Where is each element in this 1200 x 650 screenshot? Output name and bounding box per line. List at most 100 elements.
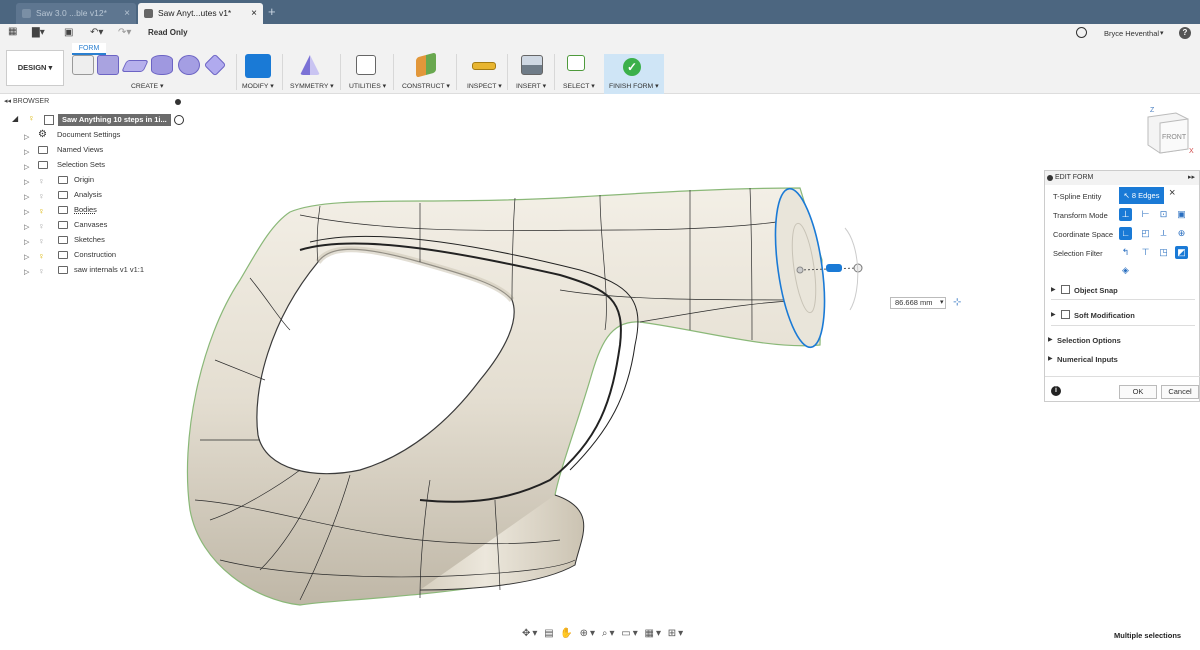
folder-icon [58,176,68,184]
lightbulb-icon[interactable]: ♀ [38,174,45,188]
panel-title: EDIT FORM [1055,174,1094,181]
transform-mode-label: Transform Mode [1053,211,1108,220]
lightbulb-icon[interactable]: ♀ [38,189,45,203]
axis-z-label: Z [1150,107,1155,114]
soft-modification-label: Soft Modification [1074,311,1135,320]
lightbulb-icon[interactable]: ♀ [38,219,45,233]
info-icon[interactable]: i [1051,386,1061,396]
browser-header[interactable]: ◂◂ BROWSER [4,97,49,105]
item-label: Canvases [74,220,108,229]
browser-root[interactable]: ◢ ♀ Saw Anything 10 steps in 1i... [12,113,184,126]
zoom-window-icon[interactable]: ⊕▾ [580,628,597,639]
item-label: Sketches [74,235,105,244]
lightbulb-icon[interactable]: ♀ [38,264,45,278]
local-space-icon[interactable]: ⟂ [1157,227,1170,240]
status-text: Multiple selections [1114,631,1182,640]
expand-icon[interactable]: ▷ [24,236,29,250]
collapse-icon[interactable]: ◢ [12,114,18,123]
browser-pin-icon[interactable] [175,99,181,105]
expand-icon[interactable]: ▷ [24,161,29,175]
viewcube[interactable]: Z X FRONT [1140,105,1196,155]
expand-icon[interactable]: ▶ [1048,355,1053,362]
add-input-icon[interactable]: ⊹ [953,297,961,308]
tspline-model[interactable] [0,0,1200,650]
front-face-label: FRONT [1162,134,1187,141]
component-icon [44,115,54,125]
expand-icon[interactable]: ▷ [24,191,29,205]
lightbulb-icon[interactable]: ♀ [28,113,35,123]
all-filter-icon[interactable]: ◩ [1175,246,1188,259]
pan-icon[interactable]: ✋ [560,628,574,639]
expand-icon[interactable]: ▷ [24,176,29,190]
component-link-icon [58,266,68,274]
item-label: saw internals v1 v1:1 [74,265,145,274]
distance-input[interactable]: 86.668 mm [890,297,946,309]
expand-icon[interactable]: ▶ [1051,311,1056,318]
lightbulb-icon[interactable]: ♀ [38,204,45,218]
item-label: Named Views [57,145,104,154]
expand-icon[interactable]: ▶ [1048,336,1053,343]
multi-transform-icon[interactable]: ⊥ [1119,208,1132,221]
lightbulb-icon[interactable]: ♀ [38,249,45,263]
orbit-icon[interactable]: ✥▾ [522,628,539,639]
folder-icon [38,146,48,154]
coordinate-space-label: Coordinate Space [1053,230,1114,239]
selection-count: 8 Edges [1131,191,1160,200]
clear-selection-icon[interactable]: × [1169,187,1175,199]
expand-icon[interactable]: ▷ [24,266,29,280]
panel-header[interactable]: EDIT FORM ▸▸ [1045,171,1199,185]
display-settings-icon[interactable]: ▭▾ [621,628,639,639]
root-label: Saw Anything 10 steps in 1i... [58,114,171,126]
folder-icon [58,251,68,259]
selection-options-section[interactable]: Selection Options [1057,336,1121,345]
edit-form-panel: EDIT FORM ▸▸ T-Spline Entity ↖ 8 Edges ×… [1044,170,1200,402]
ok-button[interactable]: OK [1119,385,1157,399]
selection-badge[interactable]: ↖ 8 Edges [1119,187,1164,204]
item-label: Bodies [74,205,97,214]
translate-icon[interactable]: ⊢ [1139,208,1152,221]
folder-icon [38,161,48,169]
selection-filter-label: Selection Filter [1053,249,1103,258]
edge-filter-icon[interactable]: ⊤ [1139,246,1152,259]
chevron-down-icon[interactable]: ▾ [940,298,944,306]
tspline-entity-label: T-Spline Entity [1053,192,1102,201]
item-label: Analysis [74,190,102,199]
item-label: Document Settings [57,130,121,139]
expand-panel-icon[interactable]: ▸▸ [1188,171,1195,185]
zoom-icon[interactable]: ⌕▾ [602,628,617,639]
object-snap-checkbox[interactable] [1061,285,1070,294]
expand-icon[interactable]: ▶ [1051,286,1056,293]
body-filter-icon[interactable]: ◈ [1119,264,1132,277]
folder-icon [58,191,68,199]
expand-icon[interactable]: ▷ [24,221,29,235]
expand-icon[interactable]: ▷ [24,251,29,265]
world-space-icon[interactable]: ∟ [1119,227,1132,240]
grid-settings-icon[interactable]: ▦▾ [645,628,663,639]
expand-icon[interactable]: ▷ [24,206,29,220]
navigation-bar: ✥▾ ▤ ✋ ⊕▾ ⌕▾ ▭▾ ▦▾ ⊞▾ [522,628,685,639]
vertex-filter-icon[interactable]: ↰ [1119,246,1132,259]
look-at-icon[interactable]: ▤ [544,628,555,639]
object-snap-label: Object Snap [1074,286,1118,295]
expand-icon[interactable]: ▷ [24,131,29,145]
face-filter-icon[interactable]: ◳ [1157,246,1170,259]
rotate-icon[interactable]: ⊡ [1157,208,1170,221]
cancel-button[interactable]: Cancel [1161,385,1199,399]
viewports-icon[interactable]: ⊞▾ [668,628,685,639]
item-label: Origin [74,175,95,184]
activate-icon[interactable] [174,115,184,125]
parallel-space-icon[interactable]: ⊕ [1175,227,1188,240]
folder-icon [58,221,68,229]
browser-title: BROWSER [12,98,50,105]
expand-icon[interactable]: ▷ [24,146,29,160]
gear-icon: ⚙ [38,129,47,140]
view-space-icon[interactable]: ◰ [1139,227,1152,240]
numerical-inputs-section[interactable]: Numerical Inputs [1057,355,1118,364]
axis-x-label: X [1189,148,1194,155]
folder-icon [58,236,68,244]
panel-pin-icon[interactable] [1047,175,1053,181]
item-label: Construction [74,250,117,259]
scale-icon[interactable]: ▣ [1175,208,1188,221]
lightbulb-icon[interactable]: ♀ [38,234,45,248]
soft-modification-checkbox[interactable] [1061,310,1070,319]
